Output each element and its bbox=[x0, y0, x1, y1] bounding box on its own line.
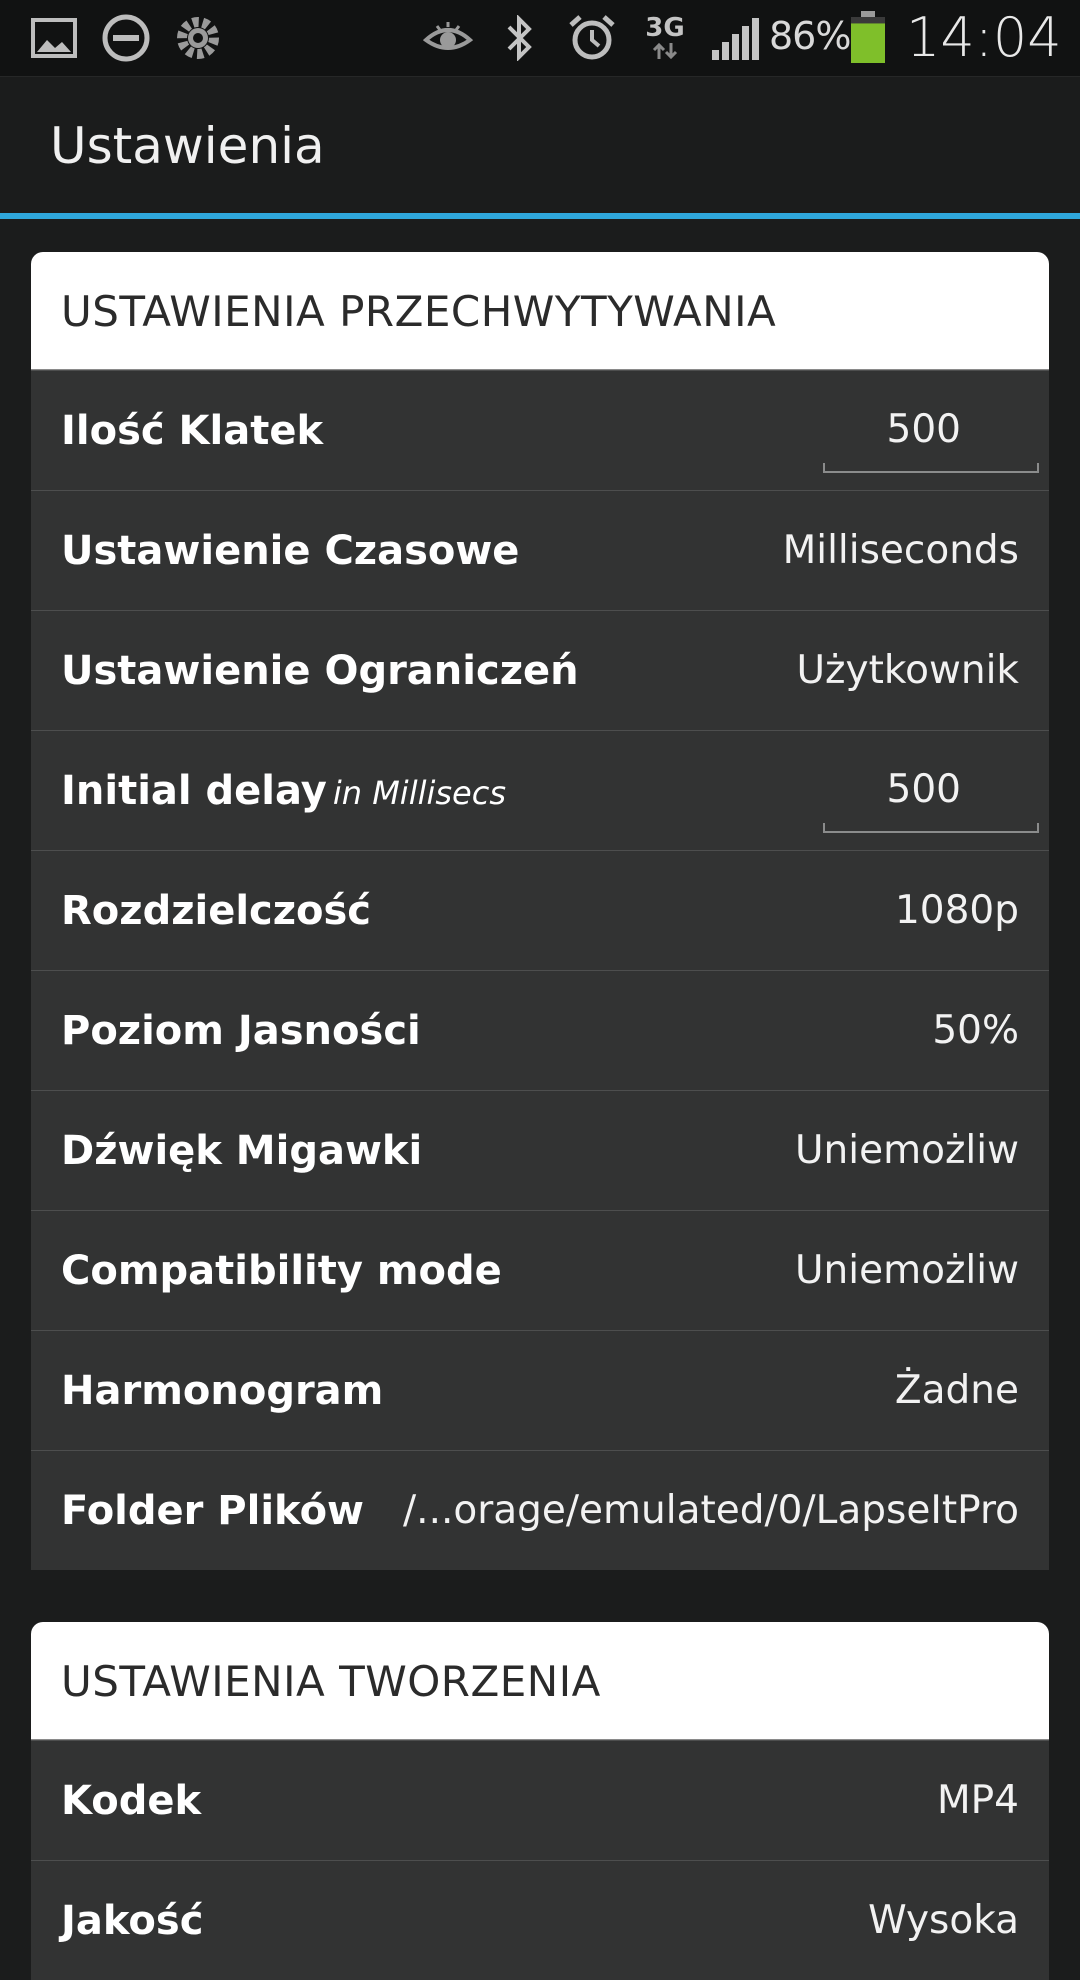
section-header: USTAWIENIA PRZECHWYTYWANIA bbox=[31, 252, 1049, 370]
setting-value: MP4 bbox=[937, 1778, 1019, 1823]
gallery-icon bbox=[26, 12, 82, 64]
setting-shutter-sound[interactable]: Dźwięk Migawki Uniemożliw bbox=[31, 1090, 1049, 1210]
setting-brightness[interactable]: Poziom Jasności 50% bbox=[31, 970, 1049, 1090]
setting-quality[interactable]: Jakość Wysoka bbox=[31, 1860, 1049, 1980]
setting-value: 50% bbox=[932, 1008, 1019, 1053]
action-bar-divider bbox=[0, 213, 1080, 219]
setting-label: Rozdzielczość bbox=[61, 887, 372, 934]
action-bar: Ustawienia bbox=[0, 77, 1080, 213]
setting-resolution[interactable]: Rozdzielczość 1080p bbox=[31, 850, 1049, 970]
render-settings-section: USTAWIENIA TWORZENIA Kodek MP4 Jakość Wy… bbox=[31, 1622, 1049, 1980]
setting-value: Milliseconds bbox=[782, 528, 1019, 573]
section-title: USTAWIENIA PRZECHWYTYWANIA bbox=[61, 286, 777, 336]
status-bar: 3G 86% 14:04 bbox=[0, 0, 1080, 77]
setting-frame-count[interactable]: Ilość Klatek 500 bbox=[31, 370, 1049, 490]
setting-label: Jakość bbox=[61, 1897, 204, 1944]
setting-label: Compatibility mode bbox=[61, 1247, 502, 1294]
setting-value: Użytkownik bbox=[796, 648, 1019, 693]
setting-value: Uniemożliw bbox=[795, 1248, 1019, 1293]
setting-time-unit[interactable]: Ustawienie Czasowe Milliseconds bbox=[31, 490, 1049, 610]
setting-label: Ustawienie Ograniczeń bbox=[61, 647, 579, 694]
alarm-icon bbox=[564, 12, 620, 64]
clock: 14:04 bbox=[906, 6, 1062, 69]
input-underline bbox=[823, 823, 1039, 833]
setting-label-text: Initial delay bbox=[61, 767, 327, 814]
setting-schedule[interactable]: Harmonogram Żadne bbox=[31, 1330, 1049, 1450]
eye-icon bbox=[420, 12, 476, 64]
network-type-label: 3G bbox=[645, 13, 685, 43]
setting-sublabel: in Millisecs bbox=[332, 773, 506, 812]
battery-percent: 86% bbox=[769, 14, 851, 58]
bluetooth-icon bbox=[496, 12, 544, 64]
setting-compatibility-mode[interactable]: Compatibility mode Uniemożliw bbox=[31, 1210, 1049, 1330]
capture-settings-section: USTAWIENIA PRZECHWYTYWANIA Ilość Klatek … bbox=[31, 252, 1049, 1570]
setting-limit-mode[interactable]: Ustawienie Ograniczeń Użytkownik bbox=[31, 610, 1049, 730]
setting-label: Harmonogram bbox=[61, 1367, 384, 1414]
page-title: Ustawienia bbox=[50, 117, 325, 175]
setting-initial-delay[interactable]: Initial delay in Millisecs 500 bbox=[31, 730, 1049, 850]
setting-value: Wysoka bbox=[868, 1898, 1019, 1943]
setting-value: 1080p bbox=[894, 888, 1019, 933]
do-not-disturb-icon bbox=[98, 12, 154, 64]
setting-label: Dźwięk Migawki bbox=[61, 1127, 423, 1174]
setting-output-folder[interactable]: Folder Plików /...orage/emulated/0/Lapse… bbox=[31, 1450, 1049, 1570]
network-3g-icon: 3G bbox=[640, 12, 690, 64]
signal-icon bbox=[708, 12, 764, 64]
setting-codec[interactable]: Kodek MP4 bbox=[31, 1740, 1049, 1860]
setting-value: /...orage/emulated/0/LapseItPro bbox=[403, 1488, 1019, 1533]
setting-label: Folder Plików bbox=[61, 1487, 365, 1534]
input-underline bbox=[823, 463, 1039, 473]
settings-gear-icon bbox=[170, 12, 226, 64]
setting-value: Uniemożliw bbox=[795, 1128, 1019, 1173]
setting-value: Żadne bbox=[894, 1368, 1019, 1413]
battery-icon bbox=[848, 11, 888, 64]
section-header: USTAWIENIA TWORZENIA bbox=[31, 1622, 1049, 1740]
input-value: 500 bbox=[886, 407, 961, 452]
setting-label: Ilość Klatek bbox=[61, 407, 324, 454]
frame-count-input[interactable]: 500 bbox=[823, 391, 1039, 473]
section-title: USTAWIENIA TWORZENIA bbox=[61, 1656, 601, 1706]
input-value: 500 bbox=[886, 767, 961, 812]
setting-label: Ustawienie Czasowe bbox=[61, 527, 520, 574]
initial-delay-input[interactable]: 500 bbox=[823, 751, 1039, 833]
setting-label: Poziom Jasności bbox=[61, 1007, 421, 1054]
setting-label: Kodek bbox=[61, 1777, 202, 1824]
setting-label: Initial delay in Millisecs bbox=[61, 768, 506, 814]
